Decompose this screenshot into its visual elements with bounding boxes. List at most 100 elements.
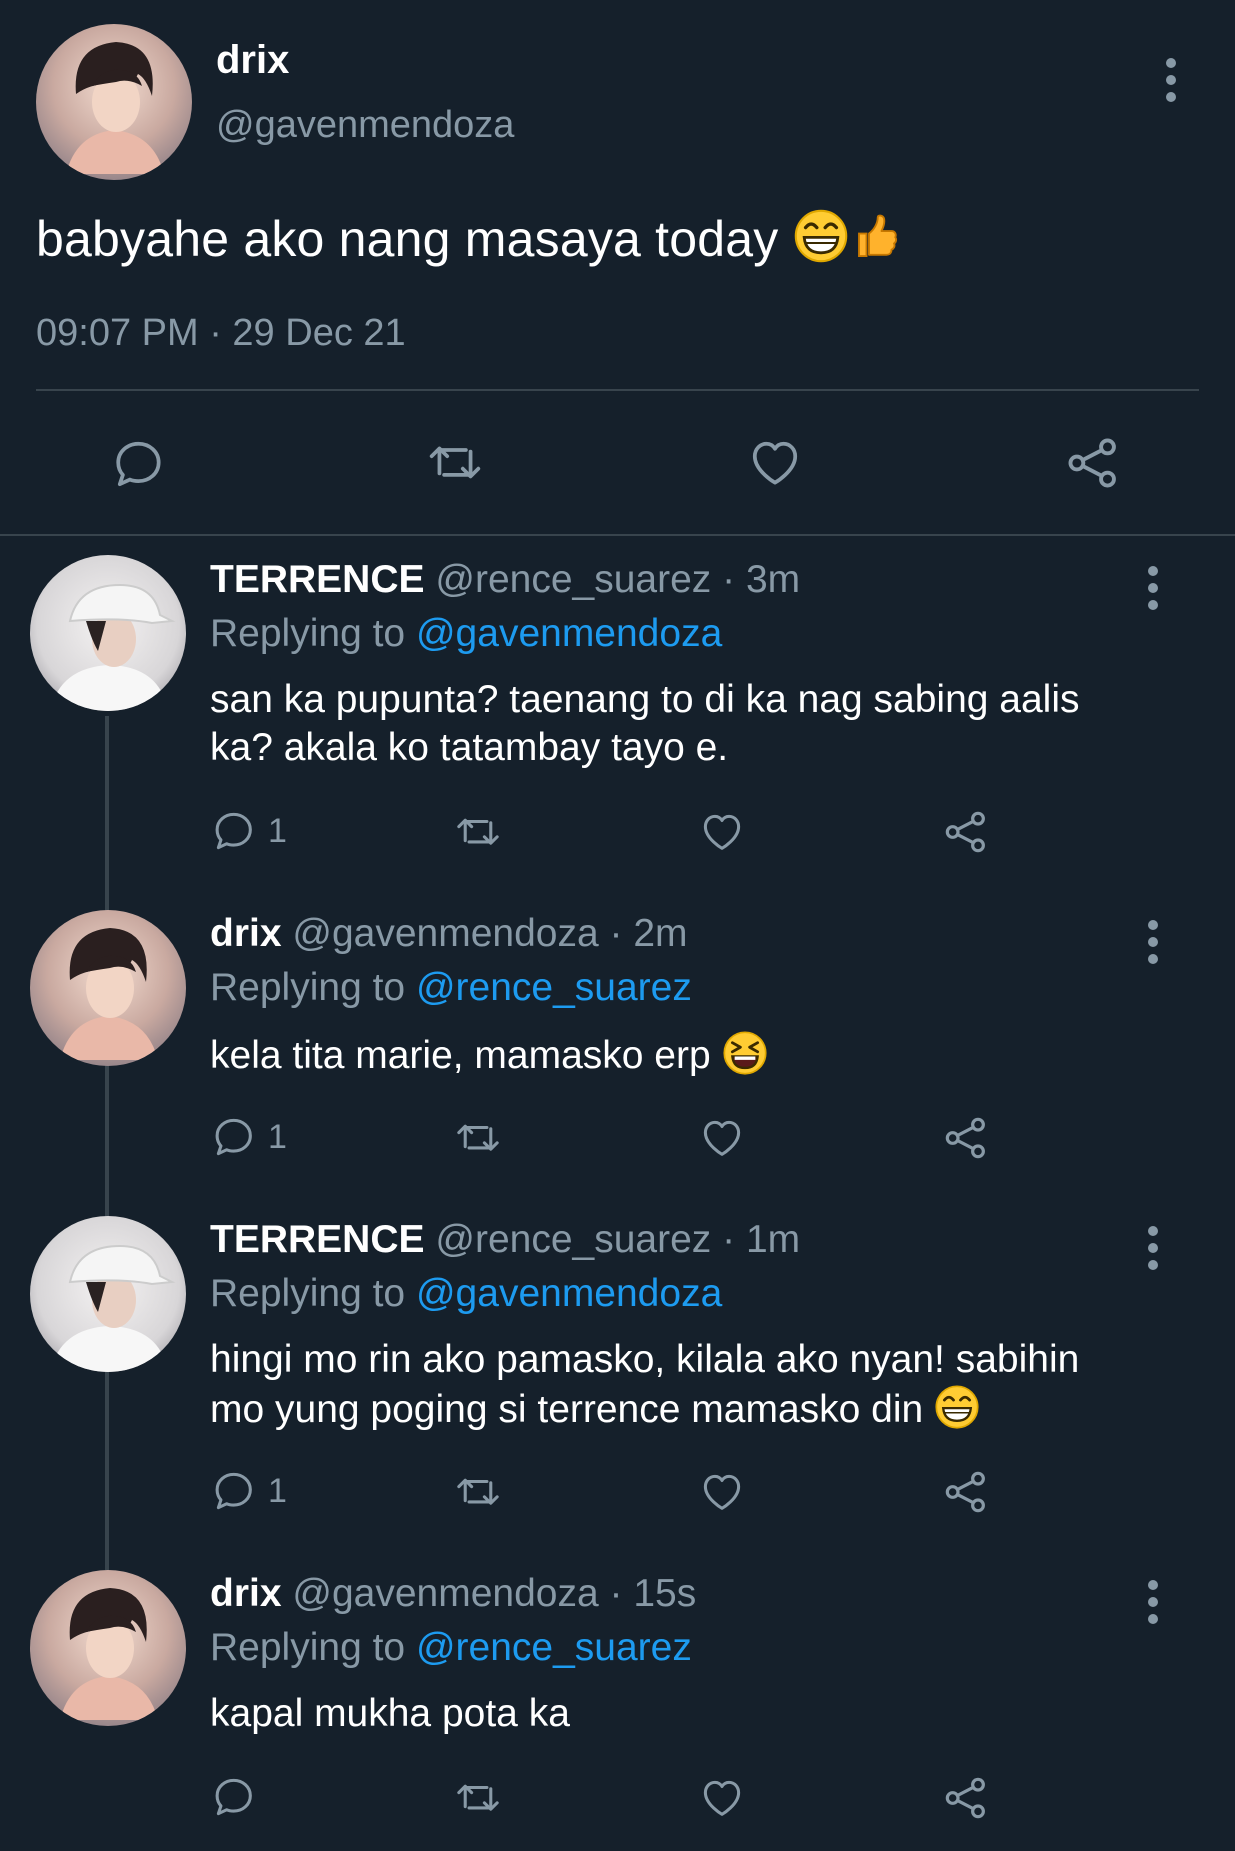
replying-to-handle[interactable]: @rence_suarez	[416, 1626, 692, 1669]
reply-text-line: kapal mukha pota ka	[210, 1692, 570, 1735]
like-button[interactable]	[746, 436, 804, 497]
more-options-icon[interactable]	[1148, 920, 1162, 971]
like-button[interactable]	[698, 1776, 746, 1827]
reply-header: drix @gavenmendoza · 15s	[210, 1572, 696, 1616]
reply-button[interactable]: 1	[212, 1468, 287, 1514]
reply-text-line: kela tita marie, mamasko erp	[210, 1034, 711, 1077]
reply-icon	[215, 1118, 252, 1156]
replying-to: Replying to @rence_suarez	[210, 1626, 692, 1670]
reply-header: TERRENCE @rence_suarez · 3m	[210, 558, 800, 602]
reply-author-name[interactable]: TERRENCE	[210, 1218, 425, 1261]
thumbs-up-icon	[857, 214, 897, 257]
share-icon	[945, 1117, 985, 1159]
reply-button[interactable]	[212, 1774, 268, 1820]
like-button[interactable]	[698, 1116, 746, 1167]
avatar[interactable]	[30, 910, 186, 1066]
heart-icon	[703, 1780, 741, 1816]
tweet-timestamp[interactable]: 09:07 PM · 29 Dec 21	[36, 312, 406, 355]
reply-text-line: ka? akala ko tatambay tayo e.	[210, 726, 729, 769]
reply-header: TERRENCE @rence_suarez · 1m	[210, 1218, 800, 1262]
reply-icon	[215, 1472, 252, 1510]
reply-time: · 3m	[722, 558, 801, 601]
reply-time: · 15s	[609, 1572, 697, 1615]
replying-to: Replying to @gavenmendoza	[210, 612, 722, 656]
more-options-icon[interactable]	[1148, 566, 1162, 617]
reply-text-line: mo yung poging si terrence mamasko din	[210, 1388, 924, 1431]
reply-author-handle[interactable]: @rence_suarez	[435, 1218, 711, 1261]
tweet-body: babyahe ako nang masaya today	[36, 211, 779, 267]
replying-to: Replying to @rence_suarez	[210, 966, 692, 1010]
reply-author-handle[interactable]: @gavenmendoza	[292, 912, 598, 955]
more-options-icon[interactable]	[1166, 58, 1180, 109]
divider	[36, 389, 1199, 391]
avatar[interactable]	[30, 1216, 186, 1372]
share-button[interactable]	[942, 1468, 990, 1521]
divider	[0, 534, 1235, 536]
more-options-icon[interactable]	[1148, 1580, 1162, 1631]
reply-text: hingi mo rin ako pamasko, kilala ako nya…	[210, 1336, 1210, 1434]
squinting-face-icon	[722, 1030, 767, 1076]
replying-to-handle[interactable]: @gavenmendoza	[416, 612, 722, 655]
replying-to-handle[interactable]: @gavenmendoza	[416, 1272, 722, 1315]
share-icon	[945, 1777, 985, 1819]
replying-to-label: Replying to	[210, 1626, 406, 1669]
reply-icon	[215, 812, 252, 850]
reply-count: 1	[268, 811, 287, 850]
share-icon	[945, 811, 985, 853]
reply-count: 1	[268, 1471, 287, 1510]
reply-button[interactable]: 1	[212, 808, 287, 854]
retweet-icon	[457, 1784, 499, 1811]
reply-author-name[interactable]: drix	[210, 1572, 282, 1615]
heart-icon	[703, 1120, 741, 1156]
share-button[interactable]	[1064, 434, 1122, 497]
reply-text: san ka pupunta? taenang to di ka nag sab…	[210, 676, 1210, 772]
retweet-button[interactable]	[454, 1776, 502, 1827]
reply-author-handle[interactable]: @rence_suarez	[435, 558, 711, 601]
replying-to-label: Replying to	[210, 966, 406, 1009]
retweet-icon	[457, 818, 499, 845]
author-handle[interactable]: @gavenmendoza	[216, 104, 514, 147]
reply-button[interactable]	[112, 436, 168, 497]
tweet-text: babyahe ako nang masaya today	[36, 208, 899, 268]
reply-text-line: san ka pupunta? taenang to di ka nag sab…	[210, 678, 1080, 721]
avatar[interactable]	[30, 1570, 186, 1726]
reply-time: · 2m	[609, 912, 688, 955]
share-button[interactable]	[942, 808, 990, 861]
replying-to: Replying to @gavenmendoza	[210, 1272, 722, 1316]
grinning-face-icon	[793, 209, 848, 263]
replying-to-handle[interactable]: @rence_suarez	[416, 966, 692, 1009]
reply-text: kapal mukha pota ka	[210, 1690, 1210, 1738]
reply-author-handle[interactable]: @gavenmendoza	[292, 1572, 598, 1615]
share-button[interactable]	[942, 1774, 990, 1827]
reply-author-name[interactable]: TERRENCE	[210, 558, 425, 601]
replying-to-label: Replying to	[210, 1272, 406, 1315]
reply-author-name[interactable]: drix	[210, 912, 282, 955]
reply-icon	[215, 1778, 252, 1816]
reply-count: 1	[268, 1117, 287, 1156]
author-name[interactable]: drix	[216, 38, 289, 83]
retweet-icon	[457, 1124, 499, 1151]
like-button[interactable]	[698, 1470, 746, 1521]
avatar[interactable]	[36, 24, 192, 180]
reply-text: kela tita marie, mamasko erp	[210, 1030, 1210, 1080]
retweet-icon	[429, 446, 481, 479]
more-options-icon[interactable]	[1148, 1226, 1162, 1277]
reply-icon	[116, 441, 161, 487]
share-icon	[945, 1471, 985, 1513]
retweet-button[interactable]	[454, 1470, 502, 1521]
retweet-button[interactable]	[454, 810, 502, 861]
replying-to-label: Replying to	[210, 612, 406, 655]
reply-button[interactable]: 1	[212, 1114, 287, 1160]
retweet-button[interactable]	[426, 436, 484, 497]
reply-text-line: hingi mo rin ako pamasko, kilala ako nya…	[210, 1338, 1080, 1381]
retweet-button[interactable]	[454, 1116, 502, 1167]
like-button[interactable]	[698, 810, 746, 861]
share-button[interactable]	[942, 1114, 990, 1167]
avatar[interactable]	[30, 555, 186, 711]
reply-header: drix @gavenmendoza · 2m	[210, 912, 688, 956]
heart-icon	[703, 814, 741, 850]
grinning-face-icon	[934, 1384, 980, 1430]
share-icon	[1068, 438, 1116, 488]
thread-line	[105, 716, 109, 1570]
heart-icon	[703, 1474, 741, 1510]
